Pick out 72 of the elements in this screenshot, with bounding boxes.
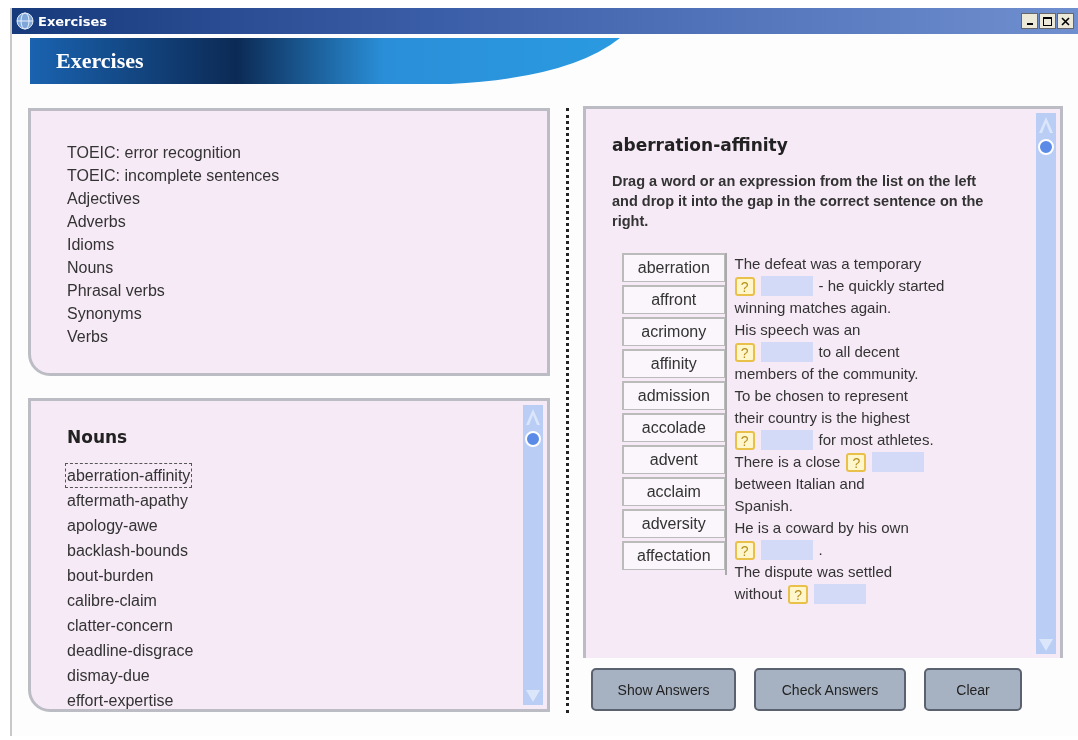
- category-item[interactable]: Phrasal verbs: [67, 279, 547, 302]
- word-tile[interactable]: admission: [622, 381, 725, 410]
- sentence-text: between Italian and: [734, 474, 865, 494]
- action-button[interactable]: Clear: [924, 668, 1022, 711]
- topic-item[interactable]: aberration-affinity: [65, 463, 193, 488]
- action-button[interactable]: Check Answers: [754, 668, 906, 711]
- sentence-text: winning matches again.: [734, 298, 892, 318]
- sentence-text: - he quickly started: [818, 276, 945, 296]
- maximize-button[interactable]: [1039, 13, 1056, 29]
- scroll-down-icon[interactable]: [525, 689, 541, 703]
- word-tile[interactable]: affinity: [622, 349, 725, 378]
- sentence-text: The dispute was settled: [734, 562, 893, 582]
- topic-item[interactable]: calibre-claim: [65, 588, 159, 613]
- sentence-text: .: [818, 540, 823, 560]
- exercise-title: aberration-affinity: [612, 135, 789, 155]
- close-icon: [1061, 16, 1070, 26]
- minimize-icon: [1026, 23, 1033, 25]
- word-tile[interactable]: affront: [622, 285, 725, 314]
- topic-item[interactable]: bout-burden: [65, 563, 156, 588]
- topic-item[interactable]: backlash-bounds: [65, 538, 190, 563]
- category-item[interactable]: Idioms: [67, 233, 547, 256]
- scroll-thumb[interactable]: [525, 431, 541, 447]
- topic-item[interactable]: dismay-due: [65, 663, 152, 688]
- answer-gap[interactable]: [760, 276, 813, 296]
- category-item[interactable]: TOEIC: error recognition: [67, 141, 547, 164]
- action-button[interactable]: Show Answers: [591, 668, 736, 711]
- scroll-down-icon[interactable]: [1038, 638, 1054, 652]
- word-tile[interactable]: affectation: [622, 541, 725, 570]
- word-tile[interactable]: adversity: [622, 509, 725, 538]
- topic-item[interactable]: aftermath-apathy: [65, 488, 190, 513]
- scrollbar[interactable]: [523, 405, 543, 705]
- category-item[interactable]: Adjectives: [67, 187, 547, 210]
- sentence-text: to all decent: [818, 342, 900, 362]
- word-tile[interactable]: acrimony: [622, 317, 725, 346]
- word-tile[interactable]: aberration: [622, 253, 725, 282]
- word-tile[interactable]: acclaim: [622, 477, 725, 506]
- instructions: Drag a word or an expression from the list on the left and drop it into the gap in the correct sentence on the right.: [612, 172, 985, 231]
- sentence-text: Spanish.: [734, 496, 793, 516]
- sentence-text: There is a close: [734, 452, 841, 472]
- topic-item[interactable]: clatter-concern: [65, 613, 175, 638]
- maximize-icon: [1043, 16, 1052, 26]
- answer-gap[interactable]: [760, 342, 813, 362]
- answer-gap[interactable]: [760, 430, 813, 450]
- minimize-button[interactable]: [1021, 13, 1038, 29]
- sentence-text: for most athletes.: [818, 430, 934, 450]
- category-item[interactable]: Synonyms: [67, 302, 547, 325]
- panel-heading: Nouns: [67, 427, 128, 447]
- category-item[interactable]: Verbs: [67, 325, 547, 348]
- answer-gap[interactable]: [814, 584, 867, 604]
- scroll-thumb[interactable]: [1038, 139, 1054, 155]
- sentence-text: His speech was an: [734, 320, 861, 340]
- sentence-text: He is a coward by his own: [734, 518, 909, 538]
- sentence-text: without: [734, 584, 783, 604]
- topic-item[interactable]: effort-expertise: [65, 688, 176, 709]
- sentence-text: To be chosen to represent: [734, 386, 908, 406]
- sentence-text: their country is the highest: [734, 408, 910, 428]
- window-title: Exercises: [38, 13, 108, 29]
- globe-icon: [16, 12, 34, 30]
- answer-gap[interactable]: [872, 452, 925, 472]
- category-item[interactable]: Adverbs: [67, 210, 547, 233]
- scrollbar[interactable]: [1036, 113, 1056, 654]
- category-item[interactable]: TOEIC: incomplete sentences: [67, 164, 547, 187]
- word-tile[interactable]: accolade: [622, 413, 725, 442]
- topic-item[interactable]: deadline-disgrace: [65, 638, 196, 663]
- topic-item[interactable]: apology-awe: [65, 513, 160, 538]
- sentence-text: The defeat was a temporary: [734, 254, 922, 274]
- close-button[interactable]: [1057, 13, 1074, 29]
- banner-title: Exercises: [56, 48, 144, 74]
- category-item[interactable]: Nouns: [67, 256, 547, 279]
- answer-gap[interactable]: [760, 540, 813, 560]
- word-tile[interactable]: advent: [622, 445, 725, 474]
- sentence-text: members of the community.: [734, 364, 919, 384]
